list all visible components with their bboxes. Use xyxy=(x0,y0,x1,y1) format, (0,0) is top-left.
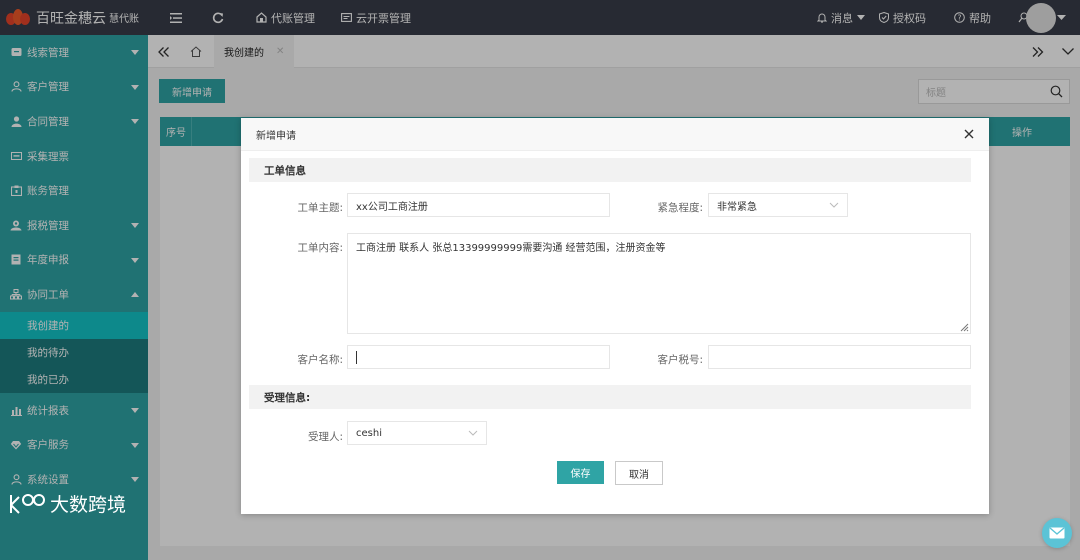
customer-name-input[interactable] xyxy=(347,345,610,369)
tax-id-input[interactable] xyxy=(708,345,971,369)
customer-name-label: 客户名称: xyxy=(297,354,343,366)
subject-value: xx公司工商注册 xyxy=(356,201,428,213)
chevron-down-icon xyxy=(468,430,478,436)
dialog-close-button[interactable] xyxy=(961,126,977,142)
new-request-dialog: 新增申请 工单信息 工单主题: xx公司工商注册 紧急程度: 非常紧急 工单内容… xyxy=(241,118,989,514)
cancel-button[interactable]: 取消 xyxy=(615,461,663,485)
subject-input[interactable]: xx公司工商注册 xyxy=(347,193,610,217)
dialog-title: 新增申请 xyxy=(256,130,296,142)
mail-icon xyxy=(1049,527,1065,539)
content-textarea[interactable]: 工商注册 联系人 张总13399999999需要沟通 经营范围，注册资金等 xyxy=(347,233,971,334)
dialog-header: 新增申请 xyxy=(241,118,989,151)
close-icon xyxy=(964,129,974,139)
assignee-label: 受理人: xyxy=(307,431,343,443)
urgency-label: 紧急程度: xyxy=(657,202,703,214)
assignee-select[interactable]: ceshi xyxy=(347,421,487,445)
urgency-value: 非常紧急 xyxy=(717,201,757,213)
urgency-select[interactable]: 非常紧急 xyxy=(708,193,848,217)
tax-id-label: 客户税号: xyxy=(657,354,703,366)
resize-grip-icon[interactable] xyxy=(959,322,969,332)
content-label: 工单内容: xyxy=(297,242,343,254)
watermark: 大数跨境 xyxy=(8,490,126,517)
section-assignee-info: 受理信息: xyxy=(249,385,971,409)
chevron-down-icon xyxy=(829,202,839,208)
assignee-value: ceshi xyxy=(356,427,382,439)
section-work-order-info: 工单信息 xyxy=(249,158,971,182)
save-button[interactable]: 保存 xyxy=(557,461,604,484)
watermark-logo-icon xyxy=(10,493,45,514)
chat-button[interactable] xyxy=(1042,518,1072,548)
content-value: 工商注册 联系人 张总13399999999需要沟通 经营范围，注册资金等 xyxy=(356,243,666,254)
text-cursor xyxy=(356,350,357,364)
watermark-text: 大数跨境 xyxy=(50,494,127,516)
subject-label: 工单主题: xyxy=(297,202,343,214)
